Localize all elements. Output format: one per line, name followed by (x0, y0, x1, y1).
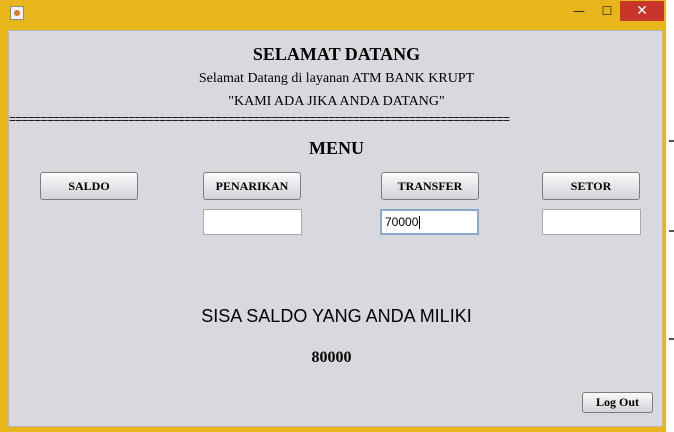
background-edge-mark (669, 338, 674, 340)
text-caret (419, 216, 421, 230)
logout-button[interactable]: Log Out (582, 392, 653, 413)
penarikan-input[interactable] (203, 209, 302, 235)
balance-label: SISA SALDO YANG ANDA MILIKI (201, 306, 472, 326)
welcome-title: SELAMAT DATANG (252, 44, 421, 64)
tagline: "KAMI ADA JIKA ANDA DATANG" (228, 94, 445, 109)
welcome-subtitle: Selamat Datang di layanan ATM BANK KRUPT (198, 71, 475, 86)
divider-line: ========================================… (9, 113, 510, 127)
maximize-button[interactable]: ☐ (594, 1, 620, 21)
close-button[interactable]: ✕ (620, 1, 664, 21)
penarikan-button[interactable]: PENARIKAN (203, 172, 301, 200)
background-edge-mark (669, 230, 674, 232)
transfer-input[interactable]: 70000 (380, 209, 479, 235)
transfer-button[interactable]: TRANSFER (381, 172, 479, 200)
saldo-button[interactable]: SALDO (40, 172, 138, 200)
app-window: — ☐ ✕ SELAMAT DATANG Selamat Datang di l… (0, 0, 666, 432)
setor-button[interactable]: SETOR (542, 172, 640, 200)
setor-input[interactable] (542, 209, 641, 235)
balance-value: 80000 (311, 349, 352, 366)
title-bar[interactable]: — ☐ ✕ (0, 0, 666, 30)
java-app-icon (10, 6, 24, 20)
menu-title: MENU (309, 138, 364, 158)
minimize-button[interactable]: — (566, 1, 592, 21)
transfer-input-value: 70000 (385, 215, 419, 229)
main-panel: SELAMAT DATANG Selamat Datang di layanan… (8, 30, 663, 427)
background-edge-mark (669, 140, 674, 142)
